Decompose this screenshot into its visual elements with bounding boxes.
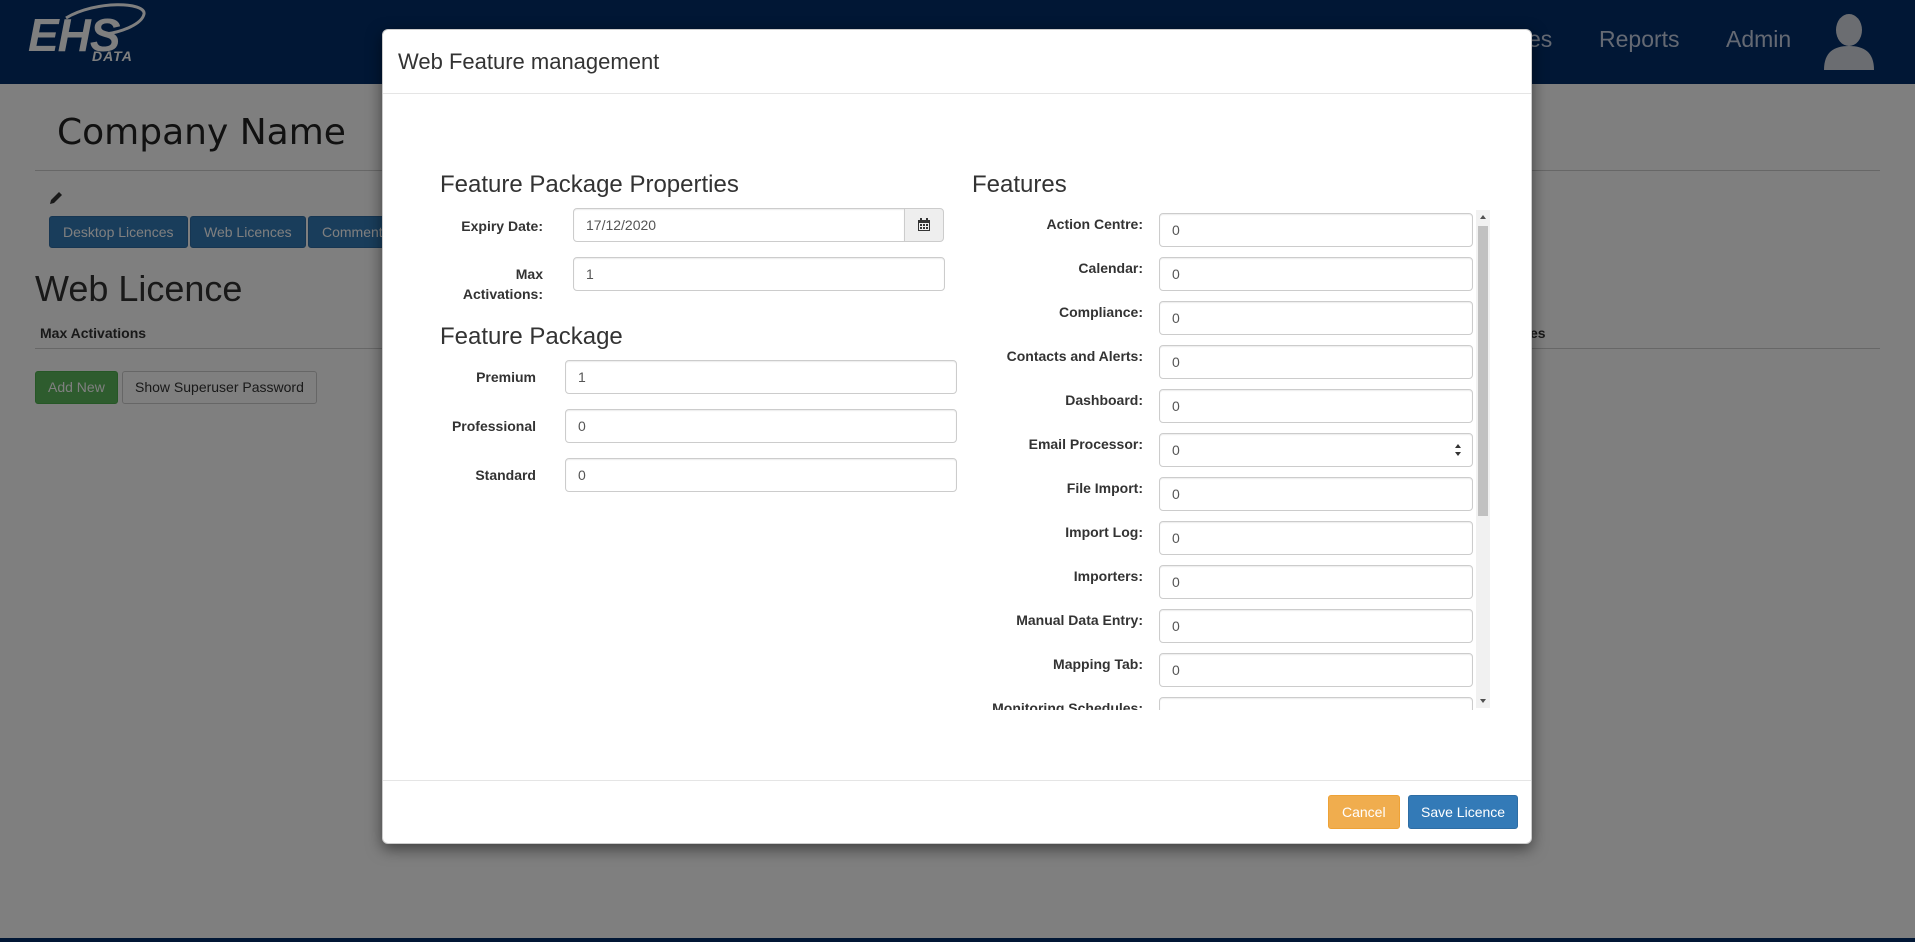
professional-input[interactable]: 0	[565, 409, 957, 443]
expiry-date-label: Expiry Date:	[461, 218, 543, 234]
feature-label-monitoring-schedules: Monitoring Schedules:	[992, 700, 1143, 710]
cancel-button[interactable]: Cancel	[1328, 795, 1400, 829]
feature-label-contacts-and-alerts: Contacts and Alerts:	[1006, 348, 1143, 364]
feature-input-file-import[interactable]: 0	[1159, 477, 1473, 511]
modal-header: Web Feature management	[383, 30, 1531, 94]
feature-label-mapping-tab: Mapping Tab:	[1053, 656, 1143, 672]
feature-input-monitoring-schedules[interactable]	[1159, 697, 1473, 710]
feature-label-import-log: Import Log:	[1065, 524, 1143, 540]
features-heading: Features	[972, 171, 1067, 198]
feature-input-import-log[interactable]: 0	[1159, 521, 1473, 555]
premium-label: Premium	[476, 369, 536, 385]
feature-label-calendar: Calendar:	[1078, 260, 1143, 276]
save-licence-button[interactable]: Save Licence	[1408, 795, 1519, 829]
feature-package-properties-heading: Feature Package Properties	[440, 171, 739, 198]
max-activations-input[interactable]: 1	[573, 257, 945, 291]
feature-label-dashboard: Dashboard:	[1065, 392, 1143, 408]
feature-input-calendar[interactable]: 0	[1159, 257, 1473, 291]
feature-input-manual-data-entry[interactable]: 0	[1159, 609, 1473, 643]
features-scroll-area[interactable]: Action Centre: 0 Calendar: 0 Compliance:…	[973, 208, 1503, 710]
feature-input-importers[interactable]: 0	[1159, 565, 1473, 599]
feature-label-compliance: Compliance:	[1058, 304, 1143, 320]
expiry-date-input[interactable]: 17/12/2020	[573, 208, 905, 242]
number-spinner-icon[interactable]	[1454, 443, 1462, 457]
web-feature-management-modal: Web Feature management Feature Package P…	[382, 29, 1532, 844]
max-activations-label-line1: Max	[515, 266, 543, 282]
scroll-up-arrow-icon[interactable]	[1476, 212, 1490, 224]
feature-input-contacts-and-alerts[interactable]: 0	[1159, 345, 1473, 379]
feature-input-dashboard[interactable]: 0	[1159, 389, 1473, 423]
feature-input-email-processor[interactable]: 0	[1159, 433, 1473, 467]
professional-label: Professional	[451, 418, 536, 434]
feature-input-compliance[interactable]: 0	[1159, 301, 1473, 335]
scroll-down-arrow-icon[interactable]	[1476, 694, 1490, 706]
feature-label-action-centre: Action Centre:	[1046, 216, 1143, 232]
premium-input[interactable]: 1	[565, 360, 957, 394]
feature-value-email-processor: 0	[1172, 442, 1180, 458]
feature-label-importers: Importers:	[1073, 568, 1143, 584]
calendar-icon	[918, 218, 930, 231]
features-scrollbar[interactable]	[1476, 210, 1490, 708]
standard-input[interactable]: 0	[565, 458, 957, 492]
scrollbar-thumb[interactable]	[1478, 226, 1488, 516]
max-activations-label-line2: Activations:	[462, 286, 543, 302]
calendar-button[interactable]	[904, 208, 944, 242]
feature-package-heading: Feature Package	[440, 323, 623, 350]
feature-label-manual-data-entry: Manual Data Entry:	[1016, 612, 1143, 628]
standard-label: Standard	[475, 467, 536, 483]
feature-label-file-import: File Import:	[1066, 480, 1143, 496]
feature-input-mapping-tab[interactable]: 0	[1159, 653, 1473, 687]
feature-label-email-processor: Email Processor:	[1028, 436, 1143, 452]
feature-input-action-centre[interactable]: 0	[1159, 213, 1473, 247]
modal-title: Web Feature management	[398, 49, 660, 74]
